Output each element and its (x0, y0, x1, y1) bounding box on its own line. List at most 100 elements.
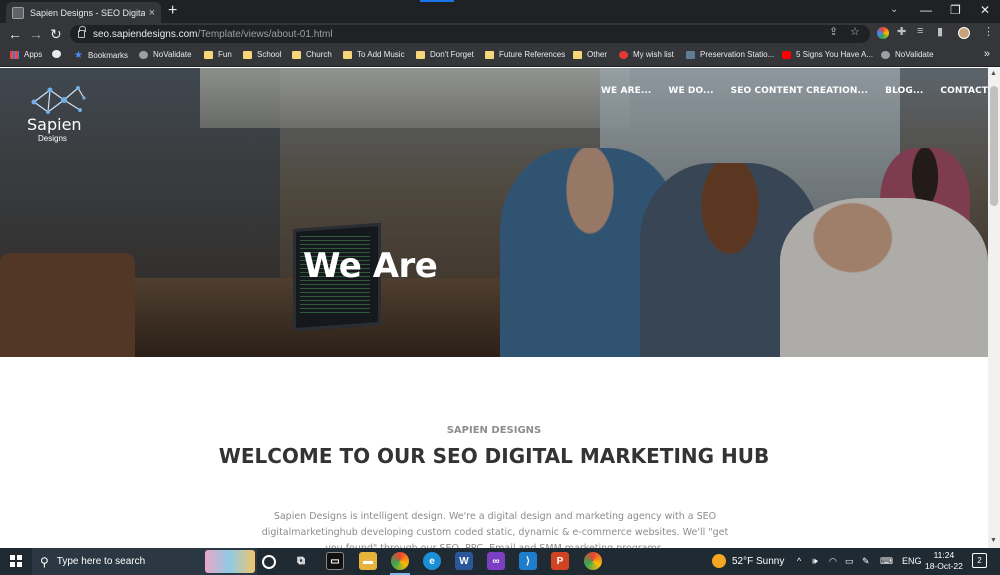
chrome-taskbar-icon[interactable] (391, 552, 409, 570)
lock-icon[interactable] (78, 26, 86, 38)
forward-button[interactable]: → (29, 25, 43, 43)
scrollbar-thumb[interactable] (990, 86, 998, 206)
task-view-icon[interactable]: ⧉ (292, 552, 310, 570)
bookmarks-overflow-button[interactable]: » (984, 48, 990, 60)
share-icon[interactable]: ⇪ (829, 25, 838, 38)
visual-studio-icon[interactable]: ∞ (487, 552, 505, 570)
youtube-icon (782, 50, 791, 59)
nav-blog[interactable]: BLOG... (885, 86, 923, 96)
terminal-app-icon[interactable]: ▭ (326, 552, 344, 570)
preservation-icon (686, 50, 695, 59)
chrome-taskbar-icon-2[interactable] (584, 552, 602, 570)
search-highlight-art[interactable] (205, 550, 255, 573)
page-scrollbar[interactable]: ▲ ▼ (988, 68, 1000, 548)
section-headline: WELCOME TO OUR SEO DIGITAL MARKETING HUB (218, 444, 770, 468)
edge-icon[interactable]: e (423, 552, 441, 570)
new-tab-button[interactable]: + (168, 2, 177, 20)
nav-we-are[interactable]: WE ARE... (601, 86, 651, 96)
bookmark-to-add-music[interactable]: To Add Music (343, 50, 405, 59)
profile-avatar[interactable] (958, 27, 970, 39)
bookmark-bookmarks[interactable]: ★ Bookmarks (74, 50, 128, 61)
wifi-icon[interactable]: ◠ (829, 556, 837, 567)
weather-text[interactable]: 52°F Sunny (732, 556, 784, 567)
bookmark-other[interactable]: Other (573, 50, 607, 59)
language-indicator[interactable]: ENG (902, 556, 922, 566)
battery-icon[interactable]: ▭ (845, 556, 854, 567)
hero-overlay (0, 68, 988, 357)
tab-close-icon[interactable]: × (149, 7, 155, 19)
bookmark-dont-forget[interactable]: Don't Forget (416, 50, 474, 59)
bookmark-apps[interactable]: Apps (10, 50, 42, 59)
logo-network-icon (31, 86, 86, 114)
tab-search-icon[interactable]: ⌄ (890, 4, 898, 15)
bookmark-school[interactable]: School (243, 50, 281, 59)
weather-sun-icon[interactable] (712, 554, 726, 568)
bookmark-github[interactable] (52, 50, 66, 58)
scroll-down-arrow-icon[interactable]: ▼ (990, 537, 997, 544)
apps-icon (10, 50, 19, 59)
back-button[interactable]: ← (8, 25, 22, 43)
tray-chevron-icon[interactable]: ^ (797, 556, 801, 566)
file-explorer-icon[interactable]: ▬ (359, 552, 377, 570)
windows-taskbar: ⚲ Type here to search ⧉ ▭ ▬ e W ∞ ⟩ P 52… (0, 548, 1000, 575)
windows-start-button[interactable] (10, 555, 22, 567)
site-logo[interactable]: Sapien Designs (26, 82, 96, 144)
chrome-menu-icon[interactable]: ⋮ (983, 25, 994, 38)
url-host: seo.sapiendesigns.com (93, 28, 198, 40)
tab-title: Sapien Designs - SEO Digital Ma (30, 7, 145, 18)
section-intro-text: Sapien Designs is intelligent design. We… (261, 511, 729, 548)
cortana-icon[interactable] (262, 555, 276, 569)
bookmark-star-icon[interactable]: ☆ (850, 25, 860, 38)
globe-icon (881, 50, 890, 59)
volume-icon[interactable]: 🕪 (812, 556, 818, 567)
minimize-button[interactable]: — (920, 3, 932, 17)
side-panel-icon[interactable]: ▮ (937, 25, 943, 38)
clock-time: 11:24 (933, 550, 955, 560)
restore-button[interactable]: ❐ (950, 3, 961, 17)
tab-active[interactable]: Sapien Designs - SEO Digital Ma × (6, 2, 161, 23)
vscode-icon[interactable]: ⟩ (519, 552, 537, 570)
nav-seo-content-creation[interactable]: SEO CONTENT CREATION... (731, 86, 868, 96)
folder-icon (292, 50, 301, 59)
close-window-button[interactable]: ✕ (980, 3, 990, 17)
color-extension-icon[interactable] (877, 27, 889, 39)
main-nav: WE ARE... WE DO... SEO CONTENT CREATION.… (601, 86, 988, 96)
bookmark-future-references[interactable]: Future References (485, 50, 565, 59)
reload-button[interactable]: ↻ (50, 25, 62, 43)
url-path: /Template/views/about-01.html (197, 28, 333, 40)
folder-icon (343, 50, 352, 59)
bookmark-my-wish-list[interactable]: My wish list (619, 50, 674, 59)
search-icon: ⚲ (40, 554, 49, 569)
folder-icon (243, 50, 252, 59)
bookmark-novalidate[interactable]: NoValidate (139, 50, 192, 59)
folder-icon (573, 50, 582, 59)
globe-icon (139, 50, 148, 59)
folder-icon (204, 50, 213, 59)
powerpoint-icon[interactable]: P (551, 552, 569, 570)
nav-we-do[interactable]: WE DO... (668, 86, 713, 96)
notification-center-icon[interactable]: 2 (972, 553, 987, 568)
folder-icon (416, 50, 425, 59)
bookmark-fun[interactable]: Fun (204, 50, 232, 59)
pen-icon[interactable]: ✎ (862, 556, 870, 567)
word-icon[interactable]: W (455, 552, 473, 570)
system-clock[interactable]: 11:24 18-Oct-22 (925, 550, 963, 572)
logo-name: Sapien (27, 115, 82, 134)
browser-toolbar: ← → ↻ seo.sapiendesigns.com /Template/vi… (0, 23, 1000, 45)
bookmark-5-signs[interactable]: 5 Signs You Have A... (782, 50, 873, 59)
nav-contact-us[interactable]: CONTACT US... (940, 86, 988, 96)
github-icon (52, 50, 61, 58)
site-favicon-icon (12, 6, 24, 19)
folder-icon (485, 50, 494, 59)
keyboard-icon[interactable]: ⌨ (880, 556, 893, 567)
bookmark-preservation[interactable]: Preservation Statio... (686, 50, 774, 59)
bookmark-novalidate-2[interactable]: NoValidate (881, 50, 934, 59)
clock-date: 18-Oct-22 (925, 561, 963, 571)
browser-tab-strip: Sapien Designs - SEO Digital Ma × + ⌄ — … (0, 0, 1000, 23)
extensions-puzzle-icon[interactable]: ✚ (897, 25, 906, 38)
scroll-up-arrow-icon[interactable]: ▲ (990, 70, 997, 77)
bookmark-church[interactable]: Church (292, 50, 332, 59)
media-playlist-icon[interactable]: ≡ (917, 25, 923, 37)
address-bar[interactable]: seo.sapiendesigns.com /Template/views/ab… (70, 25, 870, 43)
logo-subtitle: Designs (38, 134, 67, 143)
